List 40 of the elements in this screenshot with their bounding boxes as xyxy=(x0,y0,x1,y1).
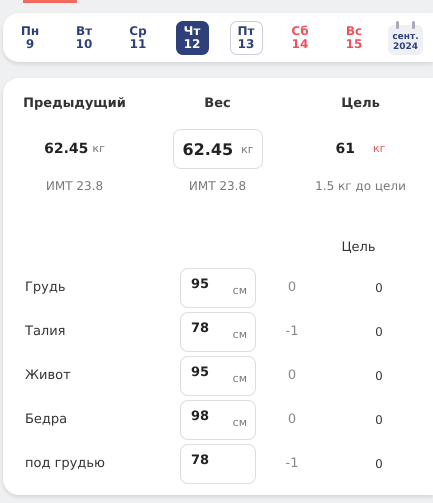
goal-value: 0 xyxy=(374,280,384,296)
column-header: Предыдущий xyxy=(23,95,126,113)
measurement-label: Бедра xyxy=(25,410,68,429)
day-button[interactable]: Сб 14 xyxy=(284,20,316,54)
unit-label: см xyxy=(232,370,247,386)
day-button[interactable]: Чт 12 xyxy=(176,20,208,54)
measurement-input[interactable]: 78 xyxy=(180,444,256,484)
goal-value: 0 xyxy=(374,456,384,472)
column-header: Вес xyxy=(204,95,231,113)
weight-note: 1.5 кг до цели xyxy=(315,178,406,195)
column-header: Цель xyxy=(341,95,380,113)
day-button[interactable]: Вт 10 xyxy=(68,20,100,54)
weight-value: 61 xyxy=(336,140,356,158)
unit-label: кг xyxy=(92,140,105,157)
unit-label: см xyxy=(232,282,247,298)
measurement-label: под грудью xyxy=(25,454,106,473)
unit-label: кг xyxy=(373,140,386,157)
day-button[interactable]: Пт 13 xyxy=(230,20,262,54)
day-button[interactable]: Вс 15 xyxy=(338,20,370,54)
change-value: 0 xyxy=(286,366,298,385)
change-value: 0 xyxy=(286,278,298,297)
measurement-label: Грудь xyxy=(25,278,67,297)
weight-note: ИМТ 23.8 xyxy=(46,178,104,195)
active-tab-indicator xyxy=(23,0,77,3)
goal-value: 0 xyxy=(374,412,384,428)
goal-value: 0 xyxy=(374,324,384,340)
weight-note: ИМТ 23.8 xyxy=(188,178,246,195)
unit-label: кг xyxy=(241,142,254,158)
measurement-label: Талия xyxy=(25,322,66,341)
day-button[interactable]: Пн 9 xyxy=(14,20,46,54)
change-value: -1 xyxy=(284,454,300,473)
day-button[interactable]: Ср 11 xyxy=(122,20,154,54)
change-value: 0 xyxy=(286,410,298,429)
goal-value: 0 xyxy=(374,368,384,384)
measurement-label: Живот xyxy=(25,366,72,385)
unit-label: см xyxy=(232,414,247,430)
column-header: Цель xyxy=(340,239,377,257)
change-value: -1 xyxy=(284,322,300,341)
unit-label: см xyxy=(232,326,247,342)
weight-value: 62.45 xyxy=(44,140,88,158)
